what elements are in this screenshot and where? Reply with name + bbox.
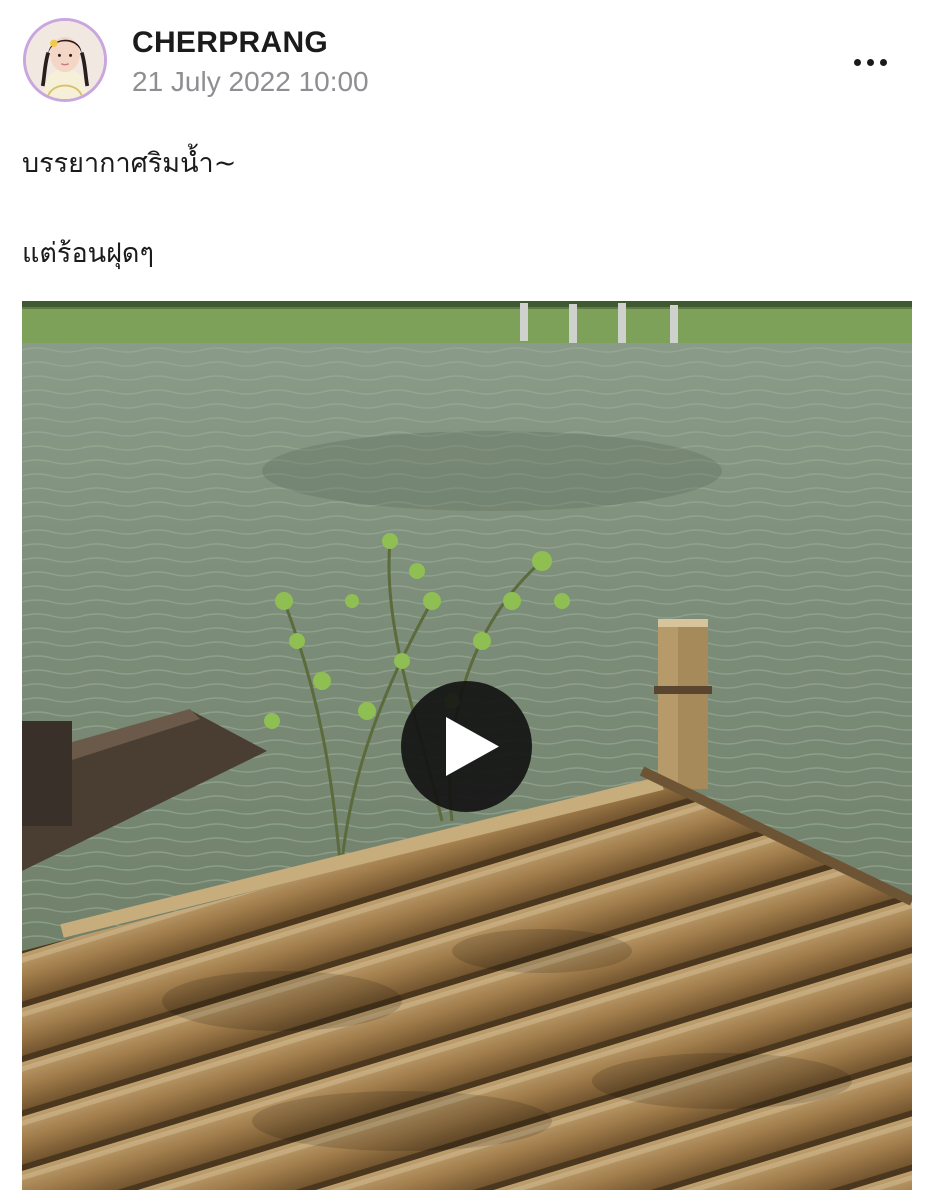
avatar-image: [26, 21, 104, 99]
video-player[interactable]: [22, 301, 912, 1190]
more-horizontal-icon-dot: [879, 58, 887, 66]
more-options-button[interactable]: [840, 42, 900, 82]
post-caption-line: บรรยากาศริมน้ำ~: [22, 148, 237, 179]
post-header: CHERPRANG 21 July 2022 10:00: [0, 0, 934, 110]
play-icon: [446, 717, 499, 776]
post-caption-line: แต่ร้อนฝุดๆ: [22, 238, 154, 269]
post-timestamp: 21 July 2022 10:00: [132, 66, 369, 97]
avatar[interactable]: [23, 18, 107, 102]
more-horizontal-icon: [853, 58, 861, 66]
play-button[interactable]: [401, 681, 532, 812]
author-name[interactable]: CHERPRANG: [132, 26, 328, 60]
more-horizontal-icon-dot: [866, 58, 874, 66]
